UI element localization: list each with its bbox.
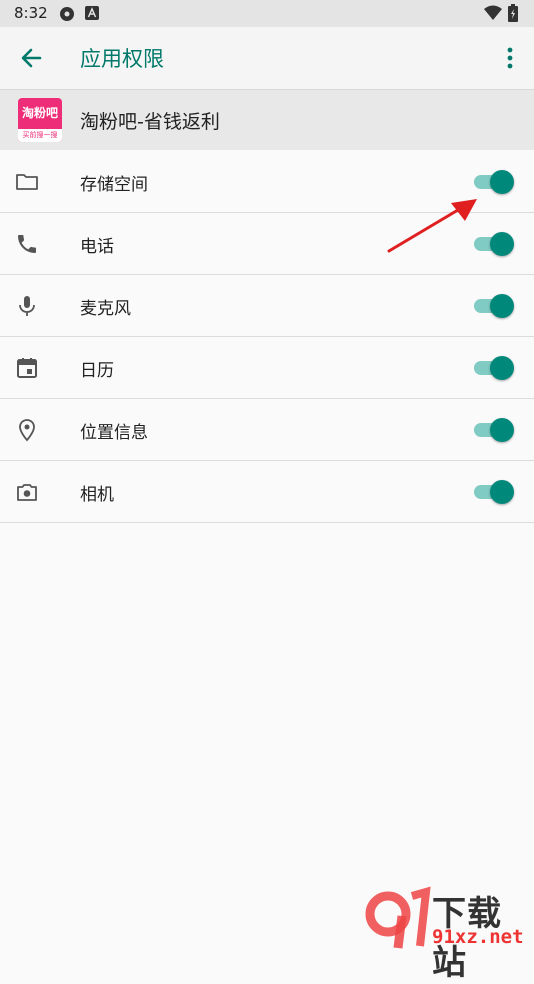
permission-label: 日历 <box>80 361 114 381</box>
permission-label: 相机 <box>80 485 114 505</box>
camera-icon <box>17 484 37 501</box>
location-icon <box>19 419 35 442</box>
permission-row-calendar[interactable]: 日历 <box>0 337 534 399</box>
app-logo-text: 淘粉吧 <box>21 106 58 120</box>
sync-icon <box>60 7 74 21</box>
back-arrow-icon[interactable] <box>18 44 46 72</box>
phone-icon <box>18 235 36 253</box>
app-info-header: 淘粉吧 买前搜一搜 淘粉吧-省钱返利 <box>0 90 534 150</box>
permission-label: 电话 <box>80 237 114 257</box>
watermark: 下载站 91xz.net <box>362 886 534 983</box>
folder-icon <box>16 174 38 190</box>
status-time: 8:32 <box>14 4 48 22</box>
calendar-toggle[interactable] <box>474 356 514 380</box>
accessibility-app-icon <box>85 6 99 20</box>
app-bar: 应用权限 <box>0 27 534 90</box>
wifi-icon <box>484 5 502 20</box>
permission-label: 存储空间 <box>80 175 148 195</box>
status-bar: 8:32 <box>0 0 534 27</box>
permission-label: 位置信息 <box>80 423 148 443</box>
permission-label: 麦克风 <box>80 299 131 319</box>
permission-row-microphone[interactable]: 麦克风 <box>0 275 534 337</box>
app-logo: 淘粉吧 买前搜一搜 <box>18 98 62 142</box>
annotation-arrow-icon <box>387 199 477 253</box>
watermark-logo-icon <box>365 886 431 949</box>
permission-row-camera[interactable]: 相机 <box>0 461 534 523</box>
watermark-site: 91xz.net <box>432 926 524 948</box>
more-options-icon[interactable] <box>500 45 520 71</box>
microphone-toggle[interactable] <box>474 294 514 318</box>
phone-toggle[interactable] <box>474 232 514 256</box>
calendar-icon <box>17 358 37 378</box>
app-name: 淘粉吧-省钱返利 <box>80 111 220 133</box>
permission-row-location[interactable]: 位置信息 <box>0 399 534 461</box>
battery-icon <box>508 4 518 22</box>
microphone-icon <box>19 296 35 316</box>
app-logo-subtext: 买前搜一搜 <box>18 129 62 142</box>
location-toggle[interactable] <box>474 418 514 442</box>
camera-toggle[interactable] <box>474 480 514 504</box>
page-title: 应用权限 <box>80 47 164 71</box>
storage-toggle[interactable] <box>474 170 514 194</box>
